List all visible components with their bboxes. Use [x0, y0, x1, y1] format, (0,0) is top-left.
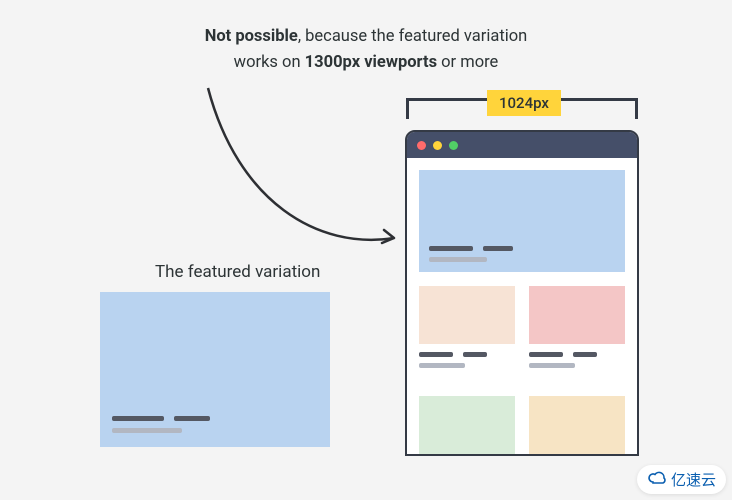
headline-caption: Not possible, because the featured varia…	[0, 0, 732, 75]
caption-strong-1: Not possible	[205, 27, 298, 46]
browser-mockup	[405, 130, 639, 456]
placeholder-text-lines	[529, 352, 625, 368]
grid-tile	[419, 396, 515, 454]
grid-tile	[419, 286, 515, 344]
watermark-text: 亿速云	[671, 469, 716, 490]
placeholder-text-lines	[112, 416, 210, 433]
window-maximize-icon	[449, 141, 458, 150]
card-grid	[419, 286, 625, 454]
caption-strong-2: 1300px viewports	[305, 53, 437, 72]
window-close-icon	[417, 141, 426, 150]
caption-text-2b: or more	[437, 53, 498, 72]
watermark-badge: 亿速云	[637, 465, 726, 494]
featured-variation-card	[100, 292, 330, 447]
arrow-illustration	[198, 82, 418, 282]
placeholder-text-lines	[429, 246, 513, 262]
grid-tile	[529, 286, 625, 344]
grid-tile	[529, 396, 625, 454]
browser-viewport	[407, 158, 637, 454]
caption-text-1: , because the featured variation	[298, 27, 527, 46]
dimension-label: 1024px	[487, 90, 561, 116]
cloud-icon	[647, 471, 667, 489]
window-minimize-icon	[433, 141, 442, 150]
hero-card	[419, 170, 625, 272]
placeholder-text-lines	[419, 352, 515, 368]
caption-text-2a: works on	[234, 53, 305, 72]
featured-variation-label: The featured variation	[155, 262, 320, 282]
browser-titlebar	[407, 132, 637, 158]
